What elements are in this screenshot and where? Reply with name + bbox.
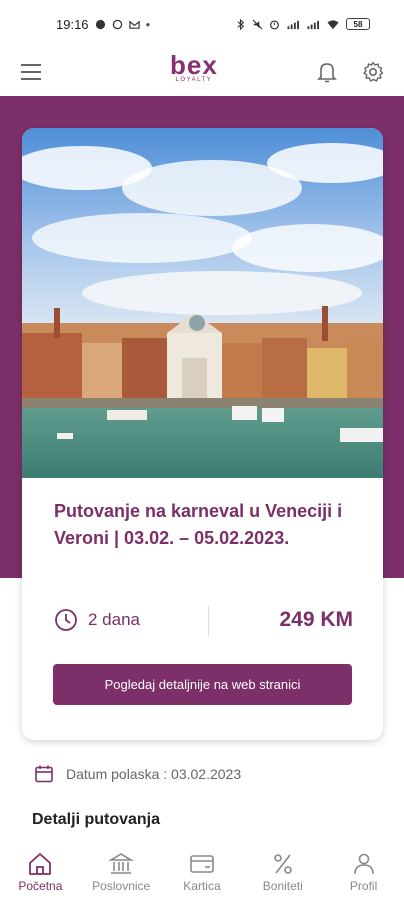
- bank-icon: [108, 853, 135, 874]
- nav-item-benefits[interactable]: Boniteti: [247, 852, 319, 893]
- signal-icon: [287, 20, 299, 29]
- dot-icon: ●: [145, 19, 151, 29]
- battery-indicator: 58: [346, 18, 370, 30]
- clock-icon: [55, 609, 77, 631]
- notifications-button[interactable]: [314, 59, 340, 85]
- viber-icon: [112, 19, 122, 29]
- hamburger-icon: [21, 64, 41, 80]
- mute-icon: [252, 19, 263, 29]
- card-icon: [190, 855, 214, 873]
- nav-label: Poslovnice: [92, 879, 151, 893]
- trip-card: Putovanje na karneval u Veneciji i Veron…: [22, 128, 383, 740]
- nav-item-branches[interactable]: Poslovnice: [85, 852, 157, 893]
- departure-text: Datum polaska : 03.02.2023: [66, 766, 242, 782]
- messenger-icon: [95, 19, 105, 29]
- departure-date: Datum polaska : 03.02.2023: [34, 764, 241, 784]
- home-icon: [29, 853, 52, 875]
- gmail-icon: [128, 20, 140, 29]
- settings-button[interactable]: [360, 59, 386, 85]
- signal-2-icon: [307, 20, 319, 29]
- duration-text: 2 dana: [88, 610, 140, 629]
- bell-icon: [317, 63, 337, 83]
- nav-label: Kartica: [183, 879, 221, 893]
- view-details-button[interactable]: Pogledaj detaljnije na web stranici: [53, 664, 352, 705]
- nav-label: Boniteti: [262, 879, 303, 893]
- wifi-icon: [327, 19, 339, 29]
- app-bar: bex LOYALTY: [0, 48, 404, 96]
- calendar-icon: [35, 765, 53, 783]
- bex-loyalty-logo: bex LOYALTY: [170, 50, 218, 83]
- status-bar: 19:16 ● 58: [0, 0, 404, 48]
- trip-price: 249 KM: [279, 608, 353, 631]
- trip-duration: 2 dana: [54, 608, 140, 632]
- trip-title: Putovanje na karneval u Veneciji i Veron…: [54, 501, 343, 548]
- alarm-icon: [270, 20, 279, 29]
- venice-photo: [22, 128, 383, 478]
- nav-item-home[interactable]: Početna: [4, 852, 76, 893]
- percent-icon: [273, 854, 292, 874]
- menu-button[interactable]: [18, 59, 44, 85]
- divider: [208, 606, 209, 636]
- nav-item-card[interactable]: Kartica: [166, 852, 238, 893]
- bottom-navigation: Početna Poslovnice Kartica Boniteti Prof…: [0, 846, 404, 900]
- person-icon: [353, 853, 374, 875]
- nav-label: Početna: [18, 879, 63, 893]
- gear-icon: [363, 61, 384, 82]
- nav-label: Profil: [349, 879, 378, 893]
- bluetooth-icon: [237, 18, 245, 30]
- status-time: 19:16: [56, 16, 89, 32]
- nav-item-profile[interactable]: Profil: [328, 852, 400, 893]
- section-title: Detalji putovanja: [32, 811, 161, 828]
